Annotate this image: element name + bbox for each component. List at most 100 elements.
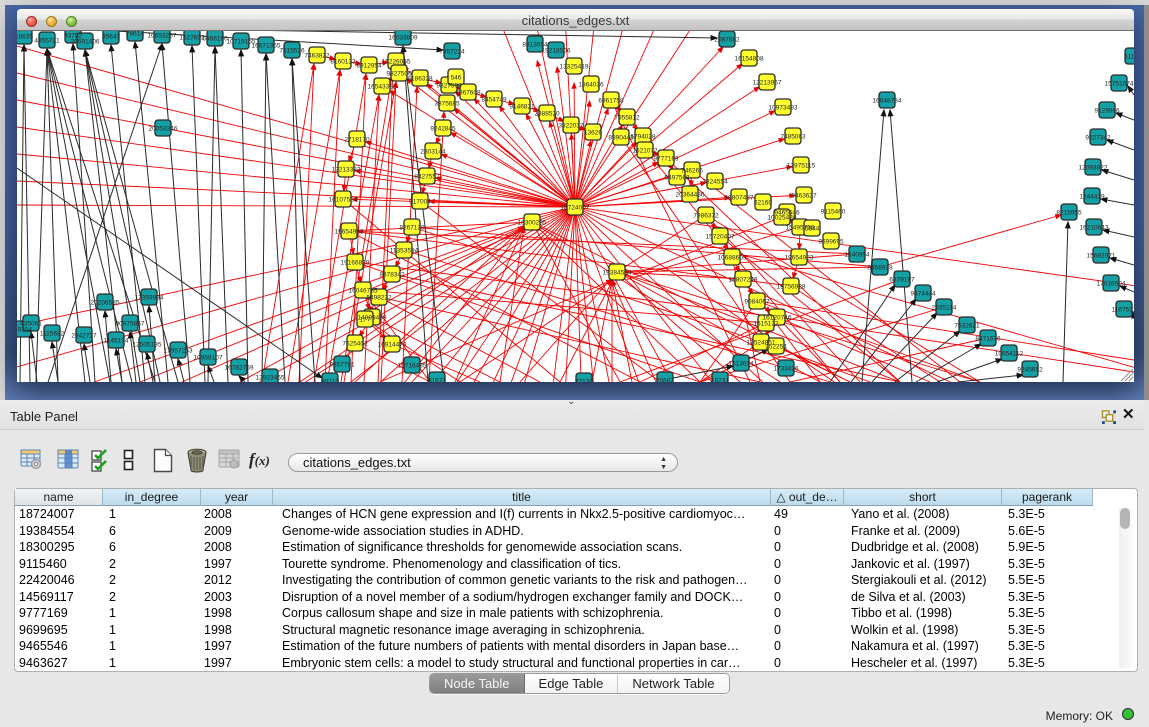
svg-text:10025438: 10025438 [768, 215, 797, 222]
svg-text:19218506: 19218506 [542, 48, 571, 55]
svg-text:8912954: 8912954 [356, 63, 382, 70]
svg-text:16107553: 16107553 [329, 197, 358, 204]
svg-text:19166829: 19166829 [341, 260, 370, 267]
svg-text:917004: 917004 [409, 199, 431, 206]
svg-text:9699695: 9699695 [818, 239, 844, 246]
svg-text:76614: 76614 [126, 31, 144, 38]
svg-text:2087682: 2087682 [714, 37, 740, 44]
svg-text:13626: 13626 [584, 130, 602, 137]
svg-text:9129966: 9129966 [1094, 108, 1120, 115]
svg-text:546: 546 [451, 75, 462, 82]
svg-text:9242845: 9242845 [430, 126, 456, 133]
svg-text:9227342: 9227342 [1085, 135, 1111, 142]
svg-text:85647: 85647 [102, 34, 120, 41]
svg-text:10973493: 10973493 [769, 105, 798, 112]
svg-text:6466160: 6466160 [202, 36, 228, 43]
svg-text:10653267: 10653267 [148, 33, 177, 40]
svg-text:20364436: 20364436 [676, 192, 705, 199]
svg-text:90210: 90210 [321, 379, 339, 383]
svg-text:15720407: 15720407 [706, 234, 735, 241]
svg-text:1640954: 1640954 [844, 252, 870, 259]
svg-text:10958107: 10958107 [194, 355, 223, 362]
svg-text:19384554: 19384554 [603, 270, 632, 277]
svg-text:18300295: 18300295 [518, 220, 547, 227]
svg-text:4055721: 4055721 [34, 38, 60, 45]
svg-text:9115460: 9115460 [821, 209, 846, 216]
svg-text:3824554: 3824554 [702, 179, 728, 186]
svg-text:9474444: 9474444 [910, 291, 936, 298]
svg-text:17957253: 17957253 [164, 348, 193, 355]
svg-text:7515526: 7515526 [279, 48, 305, 55]
svg-text:20053346: 20053346 [149, 126, 178, 133]
svg-text:5498222: 5498222 [366, 295, 392, 302]
svg-text:9463627: 9463627 [791, 193, 817, 200]
svg-text:12213382: 12213382 [332, 167, 361, 174]
svg-text:18724007: 18724007 [561, 205, 590, 212]
svg-text:1527602: 1527602 [179, 35, 205, 42]
svg-text:7632621: 7632621 [954, 323, 980, 330]
svg-text:2942737: 2942737 [71, 333, 97, 340]
svg-text:16543382: 16543382 [368, 84, 397, 91]
svg-text:62160: 62160 [754, 200, 772, 207]
svg-text:19654933: 19654933 [335, 229, 364, 236]
svg-text:15226055: 15226055 [382, 59, 411, 66]
svg-text:1167531: 1167531 [1112, 307, 1134, 314]
svg-text:13325419: 13325419 [560, 64, 589, 71]
svg-text:11353594: 11353594 [390, 248, 419, 255]
svg-text:39154: 39154 [17, 327, 32, 334]
svg-text:10688609: 10688609 [718, 255, 747, 262]
svg-text:1513614: 1513614 [728, 361, 754, 368]
svg-text:16648784: 16648784 [873, 98, 902, 105]
svg-text:16033809: 16033809 [389, 35, 418, 42]
svg-text:1244419: 1244419 [1079, 194, 1105, 201]
svg-text:81673: 81673 [428, 378, 446, 383]
svg-text:18635: 18635 [17, 34, 33, 41]
svg-text:15716485: 15716485 [398, 363, 427, 370]
svg-text:15692971: 15692971 [1087, 253, 1116, 260]
svg-text:9827508: 9827508 [436, 83, 462, 90]
svg-text:1615132: 1615132 [753, 321, 779, 328]
svg-text:12975115: 12975115 [787, 163, 816, 170]
svg-text:2718170: 2718170 [344, 137, 370, 144]
svg-text:16671355: 16671355 [252, 43, 281, 50]
svg-text:16782759: 16782759 [225, 365, 254, 372]
svg-text:6794028: 6794028 [630, 134, 656, 141]
svg-text:16914479: 16914479 [378, 342, 407, 349]
svg-text:8878342: 8878342 [379, 272, 405, 279]
svg-text:8215955: 8215955 [1056, 210, 1082, 217]
svg-text:8186328: 8186328 [407, 76, 433, 83]
svg-text:7986372: 7986372 [693, 213, 719, 220]
svg-text:90975867: 90975867 [116, 321, 145, 328]
svg-text:2803144: 2803144 [420, 149, 446, 156]
svg-text:435061: 435061 [20, 321, 42, 328]
svg-text:20662: 20662 [656, 378, 674, 383]
svg-text:7463822: 7463822 [304, 53, 330, 60]
svg-text:12923465: 12923465 [256, 375, 285, 382]
svg-text:8427552: 8427552 [414, 174, 440, 181]
svg-text:1864036: 1864036 [578, 82, 604, 89]
svg-text:20691406: 20691406 [71, 39, 100, 46]
svg-text:19654923: 19654923 [785, 255, 814, 262]
svg-text:6879197: 6879197 [889, 277, 915, 284]
svg-text:6497568: 6497568 [664, 175, 690, 182]
svg-text:16210643: 16210643 [1080, 225, 1109, 232]
svg-text:9084067: 9084067 [744, 299, 770, 306]
svg-text:20206535: 20206535 [91, 300, 120, 307]
svg-text:7357224: 7357224 [439, 49, 465, 56]
svg-text:8471676: 8471676 [975, 336, 1001, 343]
svg-text:12213967: 12213967 [753, 80, 782, 87]
svg-text:8160123: 8160123 [330, 59, 356, 66]
svg-text:1145194: 1145194 [104, 338, 129, 345]
svg-text:10807487: 10807487 [725, 195, 754, 202]
svg-text:17016504: 17016504 [1097, 281, 1126, 288]
svg-text:252254: 252254 [765, 344, 787, 351]
svg-text:16154808: 16154808 [735, 56, 764, 63]
svg-text:7625402: 7625402 [342, 341, 368, 348]
svg-text:746266: 746266 [681, 168, 703, 175]
svg-text:12505135: 12505135 [133, 342, 162, 349]
svg-text:8958928: 8958928 [867, 265, 893, 272]
svg-text:177: 177 [360, 317, 371, 324]
svg-text:9857791: 9857791 [329, 362, 355, 369]
svg-text:16046755: 16046755 [349, 288, 378, 295]
svg-text:7485063: 7485063 [780, 134, 806, 141]
